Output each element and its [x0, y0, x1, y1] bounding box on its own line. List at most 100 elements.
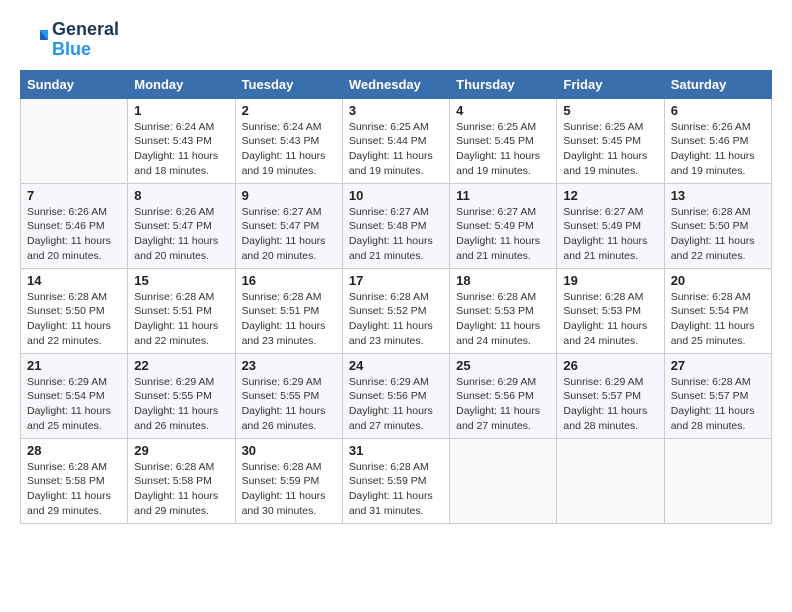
calendar-cell: 15 Sunrise: 6:28 AM Sunset: 5:51 PM Dayli… — [128, 268, 235, 353]
day-info: Sunrise: 6:27 AM Sunset: 5:48 PM Dayligh… — [349, 205, 443, 264]
day-info: Sunrise: 6:26 AM Sunset: 5:46 PM Dayligh… — [671, 120, 765, 179]
day-number: 12 — [563, 188, 657, 203]
day-info: Sunrise: 6:29 AM Sunset: 5:57 PM Dayligh… — [563, 375, 657, 434]
day-number: 7 — [27, 188, 121, 203]
day-number: 2 — [242, 103, 336, 118]
day-number: 10 — [349, 188, 443, 203]
calendar-cell: 22Sunrise: 6:29 AM Sunset: 5:55 PM Dayli… — [128, 353, 235, 438]
day-info: Sunrise: 6:28 AM Sunset: 5:50 PM Dayligh… — [27, 290, 121, 349]
calendar-cell: 2 Sunrise: 6:24 AM Sunset: 5:43 PM Daylig… — [235, 98, 342, 183]
day-number: 1 — [134, 103, 228, 118]
day-number: 14 — [27, 273, 121, 288]
calendar-cell — [664, 438, 771, 523]
calendar-cell: 30 Sunrise: 6:28 AM Sunset: 5:59 PM Dayli… — [235, 438, 342, 523]
calendar-cell: 11 Sunrise: 6:27 AM Sunset: 5:49 PM Dayli… — [450, 183, 557, 268]
day-number: 21 — [27, 358, 121, 373]
logo-text: General Blue — [52, 20, 119, 60]
day-number: 28 — [27, 443, 121, 458]
day-number: 20 — [671, 273, 765, 288]
day-info: Sunrise: 6:26 AM Sunset: 5:47 PM Dayligh… — [134, 205, 228, 264]
calendar-cell: 19 Sunrise: 6:28 AM Sunset: 5:53 PM Dayli… — [557, 268, 664, 353]
day-number: 11 — [456, 188, 550, 203]
header-cell-wednesday: Wednesday — [342, 70, 449, 98]
day-number: 26 — [563, 358, 657, 373]
day-number: 29 — [134, 443, 228, 458]
day-number: 5 — [563, 103, 657, 118]
day-info: Sunrise: 6:27 AM Sunset: 5:49 PM Dayligh… — [456, 205, 550, 264]
calendar-body: 1 Sunrise: 6:24 AM Sunset: 5:43 PM Daylig… — [21, 98, 772, 523]
day-info: Sunrise: 6:28 AM Sunset: 5:51 PM Dayligh… — [134, 290, 228, 349]
day-info: Sunrise: 6:28 AM Sunset: 5:58 PM Dayligh… — [27, 460, 121, 519]
day-info: Sunrise: 6:25 AM Sunset: 5:44 PM Dayligh… — [349, 120, 443, 179]
day-info: Sunrise: 6:29 AM Sunset: 5:56 PM Dayligh… — [349, 375, 443, 434]
logo: General Blue — [20, 20, 119, 60]
day-number: 3 — [349, 103, 443, 118]
day-number: 17 — [349, 273, 443, 288]
day-info: Sunrise: 6:27 AM Sunset: 5:49 PM Dayligh… — [563, 205, 657, 264]
calendar-cell: 13Sunrise: 6:28 AM Sunset: 5:50 PM Dayli… — [664, 183, 771, 268]
day-info: Sunrise: 6:24 AM Sunset: 5:43 PM Dayligh… — [242, 120, 336, 179]
calendar-cell: 14 Sunrise: 6:28 AM Sunset: 5:50 PM Dayli… — [21, 268, 128, 353]
day-info: Sunrise: 6:29 AM Sunset: 5:55 PM Dayligh… — [242, 375, 336, 434]
calendar-table: SundayMondayTuesdayWednesdayThursdayFrid… — [20, 70, 772, 524]
calendar-cell: 5 Sunrise: 6:25 AM Sunset: 5:45 PM Daylig… — [557, 98, 664, 183]
day-info: Sunrise: 6:28 AM Sunset: 5:59 PM Dayligh… — [349, 460, 443, 519]
calendar-cell: 6 Sunrise: 6:26 AM Sunset: 5:46 PM Daylig… — [664, 98, 771, 183]
calendar-cell: 24 Sunrise: 6:29 AM Sunset: 5:56 PM Dayli… — [342, 353, 449, 438]
day-number: 16 — [242, 273, 336, 288]
page-header: General Blue — [20, 20, 772, 60]
day-number: 8 — [134, 188, 228, 203]
calendar-cell — [21, 98, 128, 183]
day-number: 4 — [456, 103, 550, 118]
day-info: Sunrise: 6:29 AM Sunset: 5:56 PM Dayligh… — [456, 375, 550, 434]
day-info: Sunrise: 6:26 AM Sunset: 5:46 PM Dayligh… — [27, 205, 121, 264]
calendar-cell: 28 Sunrise: 6:28 AM Sunset: 5:58 PM Dayli… — [21, 438, 128, 523]
calendar-cell: 25 Sunrise: 6:29 AM Sunset: 5:56 PM Dayli… — [450, 353, 557, 438]
calendar-week-1: 1 Sunrise: 6:24 AM Sunset: 5:43 PM Daylig… — [21, 98, 772, 183]
calendar-week-3: 14 Sunrise: 6:28 AM Sunset: 5:50 PM Dayli… — [21, 268, 772, 353]
day-number: 15 — [134, 273, 228, 288]
day-number: 27 — [671, 358, 765, 373]
day-info: Sunrise: 6:27 AM Sunset: 5:47 PM Dayligh… — [242, 205, 336, 264]
calendar-cell: 20 Sunrise: 6:28 AM Sunset: 5:54 PM Dayli… — [664, 268, 771, 353]
day-info: Sunrise: 6:28 AM Sunset: 5:57 PM Dayligh… — [671, 375, 765, 434]
calendar-cell: 16 Sunrise: 6:28 AM Sunset: 5:51 PM Dayli… — [235, 268, 342, 353]
header-cell-sunday: Sunday — [21, 70, 128, 98]
day-number: 23 — [242, 358, 336, 373]
day-number: 31 — [349, 443, 443, 458]
calendar-cell: 27 Sunrise: 6:28 AM Sunset: 5:57 PM Dayli… — [664, 353, 771, 438]
calendar-cell — [557, 438, 664, 523]
day-info: Sunrise: 6:28 AM Sunset: 5:50 PM Dayligh… — [671, 205, 765, 264]
day-number: 19 — [563, 273, 657, 288]
day-info: Sunrise: 6:25 AM Sunset: 5:45 PM Dayligh… — [563, 120, 657, 179]
day-info: Sunrise: 6:28 AM Sunset: 5:52 PM Dayligh… — [349, 290, 443, 349]
calendar-cell: 4 Sunrise: 6:25 AM Sunset: 5:45 PM Daylig… — [450, 98, 557, 183]
calendar-cell: 10 Sunrise: 6:27 AM Sunset: 5:48 PM Dayli… — [342, 183, 449, 268]
day-info: Sunrise: 6:28 AM Sunset: 5:54 PM Dayligh… — [671, 290, 765, 349]
header-cell-tuesday: Tuesday — [235, 70, 342, 98]
day-info: Sunrise: 6:28 AM Sunset: 5:59 PM Dayligh… — [242, 460, 336, 519]
day-info: Sunrise: 6:28 AM Sunset: 5:51 PM Dayligh… — [242, 290, 336, 349]
day-info: Sunrise: 6:28 AM Sunset: 5:53 PM Dayligh… — [563, 290, 657, 349]
day-number: 25 — [456, 358, 550, 373]
day-info: Sunrise: 6:25 AM Sunset: 5:45 PM Dayligh… — [456, 120, 550, 179]
calendar-cell — [450, 438, 557, 523]
calendar-cell: 9Sunrise: 6:27 AM Sunset: 5:47 PM Daylig… — [235, 183, 342, 268]
calendar-cell: 7 Sunrise: 6:26 AM Sunset: 5:46 PM Daylig… — [21, 183, 128, 268]
calendar-cell: 31 Sunrise: 6:28 AM Sunset: 5:59 PM Dayli… — [342, 438, 449, 523]
day-number: 18 — [456, 273, 550, 288]
calendar-cell: 23 Sunrise: 6:29 AM Sunset: 5:55 PM Dayli… — [235, 353, 342, 438]
calendar-cell: 21 Sunrise: 6:29 AM Sunset: 5:54 PM Dayli… — [21, 353, 128, 438]
day-number: 24 — [349, 358, 443, 373]
day-info: Sunrise: 6:29 AM Sunset: 5:54 PM Dayligh… — [27, 375, 121, 434]
calendar-cell: 3 Sunrise: 6:25 AM Sunset: 5:44 PM Daylig… — [342, 98, 449, 183]
header-cell-thursday: Thursday — [450, 70, 557, 98]
day-number: 30 — [242, 443, 336, 458]
calendar-week-4: 21 Sunrise: 6:29 AM Sunset: 5:54 PM Dayli… — [21, 353, 772, 438]
calendar-header-row: SundayMondayTuesdayWednesdayThursdayFrid… — [21, 70, 772, 98]
header-cell-friday: Friday — [557, 70, 664, 98]
calendar-week-2: 7 Sunrise: 6:26 AM Sunset: 5:46 PM Daylig… — [21, 183, 772, 268]
calendar-cell: 8 Sunrise: 6:26 AM Sunset: 5:47 PM Daylig… — [128, 183, 235, 268]
day-number: 22 — [134, 358, 228, 373]
day-number: 6 — [671, 103, 765, 118]
